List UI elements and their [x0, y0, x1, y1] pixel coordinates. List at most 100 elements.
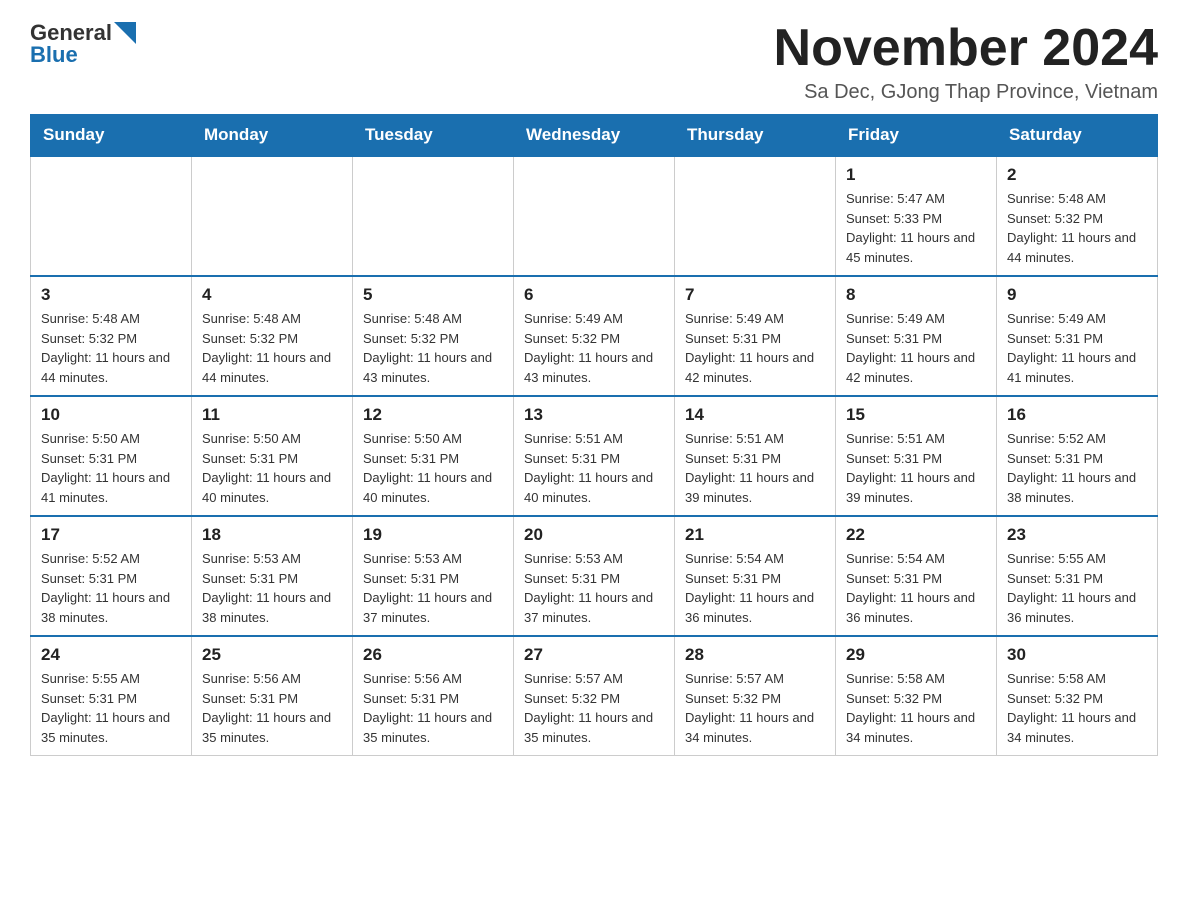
day-number: 4: [202, 285, 342, 305]
day-info: Sunrise: 5:51 AMSunset: 5:31 PMDaylight:…: [524, 429, 664, 507]
calendar-cell: 14Sunrise: 5:51 AMSunset: 5:31 PMDayligh…: [675, 396, 836, 516]
day-info: Sunrise: 5:54 AMSunset: 5:31 PMDaylight:…: [846, 549, 986, 627]
day-number: 6: [524, 285, 664, 305]
logo-icon: [114, 22, 136, 44]
day-number: 21: [685, 525, 825, 545]
calendar-cell: 27 Sunrise: 5:57 AMSunset: 5:32 PMDayligh…: [514, 636, 675, 756]
day-number: 7: [685, 285, 825, 305]
calendar-table: SundayMondayTuesdayWednesdayThursdayFrid…: [30, 114, 1158, 756]
day-number: 22: [846, 525, 986, 545]
calendar-cell: 2 Sunrise: 5:48 AMSunset: 5:32 PMDaylight…: [997, 156, 1158, 276]
calendar-cell: 28Sunrise: 5:57 AMSunset: 5:32 PMDayligh…: [675, 636, 836, 756]
calendar-cell: 19Sunrise: 5:53 AMSunset: 5:31 PMDayligh…: [353, 516, 514, 636]
calendar-cell: 26 Sunrise: 5:56 AMSunset: 5:31 PMDayligh…: [353, 636, 514, 756]
day-number: 1: [846, 165, 986, 185]
calendar-cell: 13 Sunrise: 5:51 AMSunset: 5:31 PMDayligh…: [514, 396, 675, 516]
day-info: Sunrise: 5:57 AMSunset: 5:32 PMDaylight:…: [685, 669, 825, 747]
page-header: General Blue November 2024 Sa Dec, GJong…: [30, 20, 1158, 104]
calendar-cell: 7Sunrise: 5:49 AMSunset: 5:31 PMDaylight…: [675, 276, 836, 396]
calendar-cell: 24 Sunrise: 5:55 AMSunset: 5:31 PMDayligh…: [31, 636, 192, 756]
calendar-header-wednesday: Wednesday: [514, 115, 675, 157]
day-info: Sunrise: 5:57 AMSunset: 5:32 PMDaylight:…: [524, 669, 664, 747]
day-info: Sunrise: 5:52 AMSunset: 5:31 PMDaylight:…: [41, 549, 181, 627]
calendar-cell: 25 Sunrise: 5:56 AMSunset: 5:31 PMDayligh…: [192, 636, 353, 756]
calendar-cell: 20Sunrise: 5:53 AMSunset: 5:31 PMDayligh…: [514, 516, 675, 636]
day-info: Sunrise: 5:58 AMSunset: 5:32 PMDaylight:…: [846, 669, 986, 747]
day-number: 16: [1007, 405, 1147, 425]
day-number: 15: [846, 405, 986, 425]
month-title: November 2024: [774, 20, 1158, 77]
day-info: Sunrise: 5:50 AMSunset: 5:31 PMDaylight:…: [363, 429, 503, 507]
day-info: Sunrise: 5:54 AMSunset: 5:31 PMDaylight:…: [685, 549, 825, 627]
calendar-header-friday: Friday: [836, 115, 997, 157]
day-number: 8: [846, 285, 986, 305]
day-number: 25: [202, 645, 342, 665]
calendar-week-2: 3 Sunrise: 5:48 AMSunset: 5:32 PMDaylight…: [31, 276, 1158, 396]
day-number: 3: [41, 285, 181, 305]
calendar-header-saturday: Saturday: [997, 115, 1158, 157]
day-info: Sunrise: 5:49 AMSunset: 5:31 PMDaylight:…: [1007, 309, 1147, 387]
day-info: Sunrise: 5:56 AMSunset: 5:31 PMDaylight:…: [202, 669, 342, 747]
day-info: Sunrise: 5:50 AMSunset: 5:31 PMDaylight:…: [202, 429, 342, 507]
calendar-cell: 17 Sunrise: 5:52 AMSunset: 5:31 PMDayligh…: [31, 516, 192, 636]
day-number: 26: [363, 645, 503, 665]
calendar-cell: [353, 156, 514, 276]
day-info: Sunrise: 5:53 AMSunset: 5:31 PMDaylight:…: [202, 549, 342, 627]
calendar-cell: 29 Sunrise: 5:58 AMSunset: 5:32 PMDayligh…: [836, 636, 997, 756]
calendar-cell: 8Sunrise: 5:49 AMSunset: 5:31 PMDaylight…: [836, 276, 997, 396]
day-number: 23: [1007, 525, 1147, 545]
day-number: 18: [202, 525, 342, 545]
day-number: 10: [41, 405, 181, 425]
calendar-cell: 18 Sunrise: 5:53 AMSunset: 5:31 PMDayligh…: [192, 516, 353, 636]
calendar-cell: 15 Sunrise: 5:51 AMSunset: 5:31 PMDayligh…: [836, 396, 997, 516]
calendar-cell: 21 Sunrise: 5:54 AMSunset: 5:31 PMDayligh…: [675, 516, 836, 636]
day-number: 29: [846, 645, 986, 665]
calendar-week-3: 10 Sunrise: 5:50 AMSunset: 5:31 PMDayligh…: [31, 396, 1158, 516]
logo-blue-text: Blue: [30, 42, 136, 68]
calendar-cell: [192, 156, 353, 276]
day-number: 20: [524, 525, 664, 545]
calendar-cell: 6Sunrise: 5:49 AMSunset: 5:32 PMDaylight…: [514, 276, 675, 396]
calendar-cell: 5Sunrise: 5:48 AMSunset: 5:32 PMDaylight…: [353, 276, 514, 396]
title-section: November 2024 Sa Dec, GJong Thap Provinc…: [774, 20, 1158, 104]
day-info: Sunrise: 5:48 AMSunset: 5:32 PMDaylight:…: [1007, 189, 1147, 267]
day-info: Sunrise: 5:58 AMSunset: 5:32 PMDaylight:…: [1007, 669, 1147, 747]
day-info: Sunrise: 5:55 AMSunset: 5:31 PMDaylight:…: [41, 669, 181, 747]
calendar-week-4: 17 Sunrise: 5:52 AMSunset: 5:31 PMDayligh…: [31, 516, 1158, 636]
day-number: 24: [41, 645, 181, 665]
day-number: 17: [41, 525, 181, 545]
calendar-cell: 30 Sunrise: 5:58 AMSunset: 5:32 PMDayligh…: [997, 636, 1158, 756]
location-title: Sa Dec, GJong Thap Province, Vietnam: [774, 81, 1158, 104]
day-info: Sunrise: 5:51 AMSunset: 5:31 PMDaylight:…: [846, 429, 986, 507]
day-info: Sunrise: 5:48 AMSunset: 5:32 PMDaylight:…: [202, 309, 342, 387]
calendar-week-1: 1Sunrise: 5:47 AMSunset: 5:33 PMDaylight…: [31, 156, 1158, 276]
calendar-cell: 3Sunrise: 5:48 AMSunset: 5:32 PMDaylight…: [31, 276, 192, 396]
calendar-cell: [31, 156, 192, 276]
day-info: Sunrise: 5:53 AMSunset: 5:31 PMDaylight:…: [363, 549, 503, 627]
calendar-cell: 4 Sunrise: 5:48 AMSunset: 5:32 PMDaylight…: [192, 276, 353, 396]
day-number: 11: [202, 405, 342, 425]
calendar-cell: 16 Sunrise: 5:52 AMSunset: 5:31 PMDayligh…: [997, 396, 1158, 516]
calendar-cell: 9Sunrise: 5:49 AMSunset: 5:31 PMDaylight…: [997, 276, 1158, 396]
day-info: Sunrise: 5:55 AMSunset: 5:31 PMDaylight:…: [1007, 549, 1147, 627]
calendar-cell: 22 Sunrise: 5:54 AMSunset: 5:31 PMDayligh…: [836, 516, 997, 636]
day-number: 12: [363, 405, 503, 425]
day-number: 14: [685, 405, 825, 425]
calendar-cell: [675, 156, 836, 276]
calendar-cell: 11 Sunrise: 5:50 AMSunset: 5:31 PMDayligh…: [192, 396, 353, 516]
calendar-header-monday: Monday: [192, 115, 353, 157]
calendar-cell: [514, 156, 675, 276]
day-number: 2: [1007, 165, 1147, 185]
day-info: Sunrise: 5:52 AMSunset: 5:31 PMDaylight:…: [1007, 429, 1147, 507]
calendar-cell: 1Sunrise: 5:47 AMSunset: 5:33 PMDaylight…: [836, 156, 997, 276]
day-info: Sunrise: 5:56 AMSunset: 5:31 PMDaylight:…: [363, 669, 503, 747]
day-number: 30: [1007, 645, 1147, 665]
day-number: 27: [524, 645, 664, 665]
day-number: 13: [524, 405, 664, 425]
calendar-header-row: SundayMondayTuesdayWednesdayThursdayFrid…: [31, 115, 1158, 157]
calendar-week-5: 24 Sunrise: 5:55 AMSunset: 5:31 PMDayligh…: [31, 636, 1158, 756]
calendar-cell: 12 Sunrise: 5:50 AMSunset: 5:31 PMDayligh…: [353, 396, 514, 516]
logo: General Blue: [30, 20, 136, 68]
calendar-header-sunday: Sunday: [31, 115, 192, 157]
day-info: Sunrise: 5:48 AMSunset: 5:32 PMDaylight:…: [363, 309, 503, 387]
